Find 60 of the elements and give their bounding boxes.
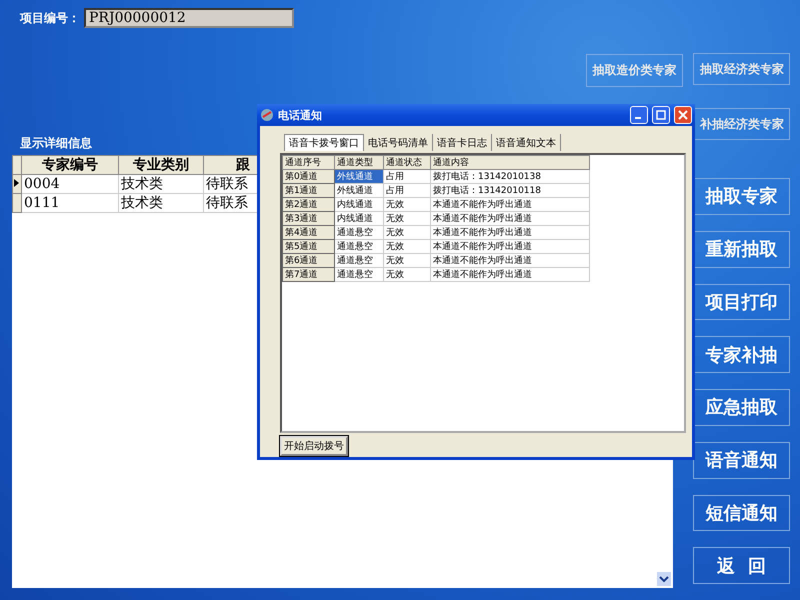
table-cell: 无效 — [384, 268, 430, 282]
table-cell: 通道悬空 — [334, 268, 384, 282]
table-cell: 无效 — [384, 212, 430, 226]
table-cell: 技术类 — [118, 194, 204, 212]
table-cell: 0111 — [22, 194, 118, 212]
column-header[interactable]: 通道类型 — [334, 156, 384, 170]
table-cell: 内线通道 — [334, 198, 384, 212]
dialog-title: 电话通知 — [278, 108, 323, 122]
table-cell: 无效 — [384, 226, 430, 240]
table-cell: 内线通道 — [334, 212, 384, 226]
column-header[interactable]: 通道序号 — [282, 156, 334, 170]
column-header[interactable]: 专业类别 — [118, 156, 204, 174]
table-cell: 外线通道 — [334, 184, 384, 198]
table-cell: 第2通道 — [282, 198, 334, 212]
phone-icon — [260, 108, 274, 122]
project-number-label: 项目编号： — [20, 10, 80, 26]
column-header[interactable]: 通道状态 — [384, 156, 430, 170]
scroll-down-icon[interactable] — [657, 572, 671, 586]
maximize-icon[interactable] — [652, 106, 670, 124]
table-cell: 本通道不能作为呼出通道 — [430, 198, 590, 212]
column-header[interactable]: 通道内容 — [430, 156, 590, 170]
table-cell: 技术类 — [118, 174, 204, 194]
table-cell: 无效 — [384, 240, 430, 254]
current-row-icon — [14, 178, 19, 186]
side-button[interactable]: 短信通知 — [693, 494, 790, 532]
minimize-icon[interactable] — [630, 106, 648, 124]
table-cell: 本通道不能作为呼出通道 — [430, 212, 590, 226]
side-button[interactable]: 返 回 — [693, 547, 790, 584]
table-cell: 占用 — [384, 184, 430, 198]
table-cell: 占用 — [384, 170, 430, 184]
table-cell: 通道悬空 — [334, 240, 384, 254]
table-cell: 第7通道 — [282, 268, 334, 282]
detail-title: 显示详细信息 — [20, 135, 92, 151]
table-cell: 0004 — [22, 174, 118, 194]
tab[interactable]: 语音卡拨号窗口 — [284, 134, 364, 151]
table-cell: 第4通道 — [282, 226, 334, 240]
table-cell: 第0通道 — [282, 170, 334, 184]
side-button[interactable]: 语音通知 — [693, 442, 790, 479]
table-cell: 第1通道 — [282, 184, 334, 198]
table-cell: 第6通道 — [282, 254, 334, 268]
table-cell: 第3通道 — [282, 212, 334, 226]
table-cell: 通道悬空 — [334, 226, 384, 240]
column-header[interactable]: 专家编号 — [22, 156, 118, 174]
start-dialing-button[interactable]: 开始启动拨号 — [280, 436, 348, 456]
table-cell: 通道悬空 — [334, 254, 384, 268]
table-cell: 拨打电话：13142010118 — [430, 184, 590, 198]
tab[interactable]: 语音通知文本 — [492, 134, 561, 151]
close-icon[interactable] — [674, 106, 692, 124]
tab[interactable]: 语音卡日志 — [433, 134, 492, 151]
tab[interactable]: 电话号码清单 — [364, 134, 433, 151]
table-cell: 本通道不能作为呼出通道 — [430, 226, 590, 240]
table-cell: 无效 — [384, 254, 430, 268]
table-cell: 无效 — [384, 198, 430, 212]
table-cell: 本通道不能作为呼出通道 — [430, 254, 590, 268]
table-cell: 拨打电话：13142010138 — [430, 170, 590, 184]
table-cell: 本通道不能作为呼出通道 — [430, 268, 590, 282]
table-cell: 本通道不能作为呼出通道 — [430, 240, 590, 254]
table-cell: 外线通道 — [334, 170, 384, 184]
table-cell: 第5通道 — [282, 240, 334, 254]
project-number-field[interactable]: PRJ00000012 — [84, 8, 294, 28]
